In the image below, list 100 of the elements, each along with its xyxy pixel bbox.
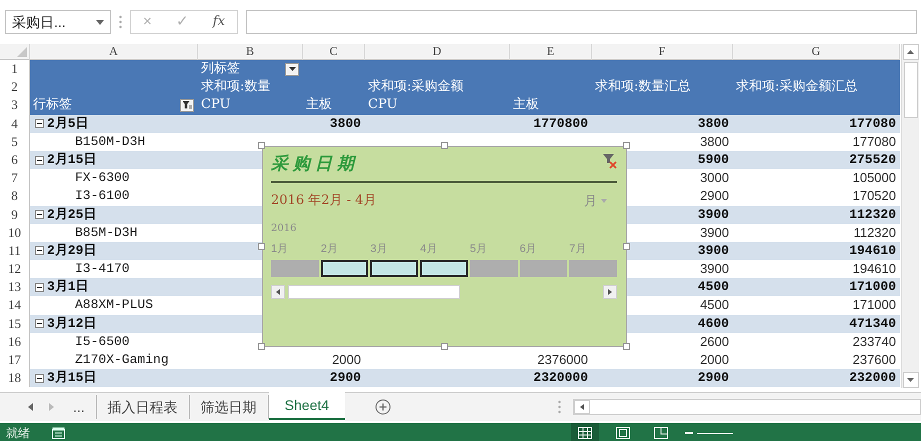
value-text: 4500	[698, 278, 730, 296]
row-label: 2月29日	[47, 242, 96, 260]
filter-button[interactable]	[180, 98, 194, 112]
timeline-panel[interactable]: 采购日期 2016 年2月 - 4月 月 2016 1月 2月 3月 4月 5月 6月 7月	[262, 146, 627, 347]
horizontal-scrollbar[interactable]	[573, 399, 921, 415]
value-text: 3800	[330, 114, 362, 133]
year-label: 2016	[271, 222, 298, 236]
scroll-down-button[interactable]	[902, 372, 918, 388]
down-arrow-icon	[907, 378, 914, 382]
left-arrow-icon	[580, 404, 584, 410]
row-label: 3月1日	[47, 278, 89, 296]
month-label: 4月	[420, 242, 438, 256]
month-bar[interactable]	[320, 260, 368, 277]
value-text: 2900	[698, 369, 730, 388]
insert-function-button[interactable]: fx	[212, 12, 225, 32]
row-label: Z170X-Gaming	[74, 351, 170, 369]
timeline-title: 采购日期	[271, 153, 359, 175]
scroll-thumb[interactable]	[904, 62, 918, 118]
left-arrow-icon	[28, 403, 33, 411]
value-text: 2600	[700, 332, 730, 351]
row-label: 2月5日	[47, 114, 89, 133]
value-text: 194610	[852, 260, 897, 278]
name-box[interactable]: 采购日...	[5, 10, 111, 34]
month-bar[interactable]	[420, 260, 468, 277]
scroll-right-button[interactable]	[603, 285, 617, 299]
value-text: 5900	[698, 150, 730, 169]
resize-handle[interactable]	[258, 243, 265, 250]
collapse-icon[interactable]	[35, 282, 44, 292]
month-label: 2月	[320, 242, 339, 256]
clear-filter-icon[interactable]	[603, 153, 617, 169]
dropdown-icon	[288, 67, 296, 72]
row-label: 3月12日	[47, 314, 96, 333]
right-arrow-icon	[49, 403, 54, 411]
value-text: 2900	[330, 369, 362, 388]
column-header[interactable]: C	[303, 44, 365, 60]
value-text: 3900	[700, 224, 730, 242]
dropdown-button[interactable]	[285, 62, 299, 76]
column-header[interactable]: E	[510, 44, 592, 60]
row-label: I5-6500	[74, 332, 131, 351]
resize-handle[interactable]	[258, 343, 265, 350]
value-text: 2320000	[533, 369, 589, 388]
grip-icon[interactable]	[119, 15, 122, 29]
collapse-icon[interactable]	[35, 210, 44, 220]
dropdown-icon	[96, 20, 104, 24]
column-labels-text: 列标签	[200, 60, 240, 78]
resize-handle[interactable]	[623, 243, 630, 250]
row-label: FX-6300	[74, 169, 131, 188]
up-arrow-icon	[907, 50, 914, 54]
page-break-icon	[654, 427, 668, 439]
month-bar[interactable]	[370, 260, 418, 277]
collapse-icon[interactable]	[35, 319, 44, 328]
resize-handle[interactable]	[623, 142, 630, 149]
value-text: 3000	[700, 169, 730, 188]
month-label: 5月	[470, 242, 488, 256]
header-text: CPU	[200, 96, 232, 114]
value-text: 3900	[698, 206, 730, 224]
column-header[interactable]: A	[30, 44, 198, 60]
value-text: 170520	[852, 187, 897, 206]
splitter-handle-icon[interactable]	[558, 400, 561, 414]
column-header[interactable]: G	[733, 44, 900, 60]
row-labels-text: 行标签	[32, 96, 72, 114]
collapse-icon[interactable]	[35, 119, 44, 128]
resize-handle[interactable]	[258, 142, 265, 149]
value-text: 2000	[700, 351, 730, 369]
row-label: I3-4170	[74, 260, 131, 278]
formula-field[interactable]	[246, 10, 917, 34]
grid-icon	[578, 427, 592, 439]
collapse-icon[interactable]	[35, 156, 44, 165]
header-text: 求和项:数量汇总	[594, 78, 692, 96]
value-text: 2000	[332, 351, 362, 369]
value-text: 112320	[854, 224, 897, 242]
resize-handle[interactable]	[623, 343, 630, 350]
resize-handle[interactable]	[441, 142, 448, 149]
column-header[interactable]: D	[365, 44, 510, 60]
sheet-tab[interactable]: Sheet4	[268, 392, 346, 420]
scroll-left-button[interactable]	[271, 285, 285, 299]
resize-handle[interactable]	[441, 343, 448, 350]
macro-record-icon[interactable]	[52, 427, 65, 439]
value-text: 237600	[852, 351, 897, 369]
right-arrow-icon	[608, 289, 612, 295]
row-label: A88XM-PLUS	[74, 296, 154, 314]
month-label: 7月	[569, 242, 588, 256]
sheet-tab[interactable]: 插入日程表	[96, 395, 190, 419]
more-sheets-button[interactable]: ...	[62, 395, 97, 419]
value-text: 177080	[852, 132, 897, 151]
row-label: I3-6100	[74, 187, 131, 206]
scroll-up-button[interactable]	[902, 44, 918, 60]
column-header[interactable]: F	[592, 44, 733, 60]
month-label: 6月	[520, 242, 538, 256]
row-label: 3月15日	[47, 369, 96, 388]
scroll-left-button[interactable]	[574, 400, 590, 414]
value-text: 2376000	[537, 351, 589, 369]
scroll-thumb[interactable]	[288, 285, 460, 299]
collapse-icon[interactable]	[35, 374, 44, 383]
collapse-icon[interactable]	[35, 246, 44, 256]
filter-icon	[182, 101, 192, 110]
column-header[interactable]: B	[198, 44, 303, 60]
month-label: 3月	[370, 242, 389, 256]
normal-view-button[interactable]	[571, 423, 599, 441]
value-text: 233740	[852, 332, 897, 351]
